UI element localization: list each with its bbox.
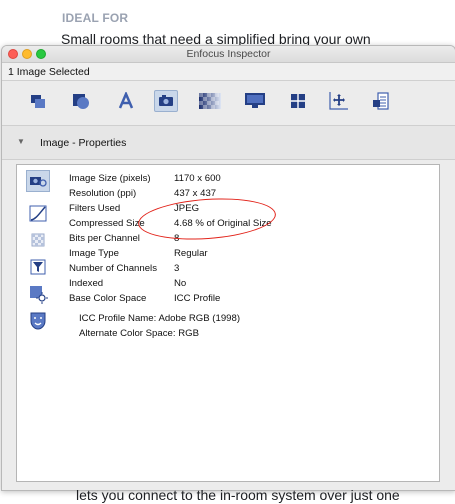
image-properties-icon bbox=[30, 177, 47, 187]
display-icon bbox=[245, 93, 265, 108]
property-label: Base Color Space bbox=[69, 293, 147, 304]
brightness-icon bbox=[30, 286, 48, 304]
title-bar[interactable]: Enfocus Inspector bbox=[2, 46, 455, 63]
selection-status: 1 Image Selected bbox=[2, 63, 455, 81]
object-properties-button[interactable] bbox=[26, 90, 50, 112]
shape-icon bbox=[73, 94, 89, 109]
property-label: Compressed Size bbox=[69, 218, 145, 229]
shape-button[interactable] bbox=[69, 90, 93, 112]
background-heading: IDEAL FOR bbox=[62, 11, 129, 25]
position-icon bbox=[329, 92, 348, 110]
property-value: 3 bbox=[174, 263, 180, 274]
property-label: Resolution (ppi) bbox=[69, 188, 137, 199]
property-label: Image Size (pixels) bbox=[69, 173, 151, 184]
section-title: Image - Properties bbox=[40, 137, 127, 149]
grid-icon bbox=[291, 94, 305, 108]
image-button[interactable] bbox=[154, 90, 178, 112]
disclosure-triangle-icon[interactable]: ▼ bbox=[17, 137, 25, 146]
pattern-tab[interactable] bbox=[26, 229, 50, 251]
image-properties-header[interactable]: ▼ Image - Properties bbox=[2, 126, 455, 160]
side-icon-column bbox=[17, 165, 61, 481]
property-label: Image Type bbox=[69, 248, 119, 259]
transparency-icon bbox=[199, 93, 221, 109]
filter-tab[interactable] bbox=[26, 256, 50, 278]
icc-profile-name: ICC Profile Name: Adobe RGB (1998) bbox=[79, 313, 241, 324]
brightness-tab[interactable] bbox=[26, 283, 50, 305]
object-properties-icon bbox=[31, 95, 45, 108]
transparency-button[interactable] bbox=[198, 90, 222, 112]
text-button[interactable] bbox=[114, 90, 138, 112]
inspector-window: Enfocus Inspector 1 Image Selected ▼ Ima… bbox=[1, 45, 455, 491]
background-text-bottom: lets you connect to the in-room system o… bbox=[76, 487, 400, 503]
mask-tab[interactable] bbox=[26, 310, 50, 332]
curve-icon bbox=[29, 205, 47, 222]
mask-icon bbox=[30, 312, 46, 330]
property-value: No bbox=[174, 278, 187, 289]
grid-button[interactable] bbox=[286, 90, 310, 112]
inspector-toolbar bbox=[2, 81, 455, 126]
image-properties-tab[interactable] bbox=[26, 170, 50, 192]
property-label: Indexed bbox=[69, 278, 104, 289]
display-button[interactable] bbox=[243, 90, 267, 112]
text-icon bbox=[118, 92, 134, 109]
document-icon bbox=[373, 92, 389, 110]
property-value: 437 x 437 bbox=[174, 188, 217, 199]
curve-tab[interactable] bbox=[26, 202, 50, 224]
alternate-color-space: Alternate Color Space: RGB bbox=[79, 328, 199, 339]
window-title: Enfocus Inspector bbox=[186, 48, 271, 60]
property-value: 1170 x 600 bbox=[174, 173, 221, 184]
filter-icon bbox=[30, 259, 46, 275]
property-value: 4.68 % of Original Size bbox=[174, 218, 272, 229]
property-value: 8 bbox=[174, 233, 180, 244]
property-label: Number of Channels bbox=[69, 263, 157, 274]
pattern-icon bbox=[31, 233, 45, 247]
position-button[interactable] bbox=[326, 90, 350, 112]
properties-panel: Image Size (pixels) 1170 x 600 Resolutio… bbox=[16, 164, 440, 482]
image-icon bbox=[159, 95, 173, 106]
property-value: JPEG bbox=[174, 203, 200, 214]
property-value: ICC Profile bbox=[174, 293, 221, 304]
property-label: Bits per Channel bbox=[69, 233, 140, 244]
property-value: Regular bbox=[174, 248, 208, 259]
property-label: Filters Used bbox=[69, 203, 121, 214]
document-button[interactable] bbox=[369, 90, 393, 112]
